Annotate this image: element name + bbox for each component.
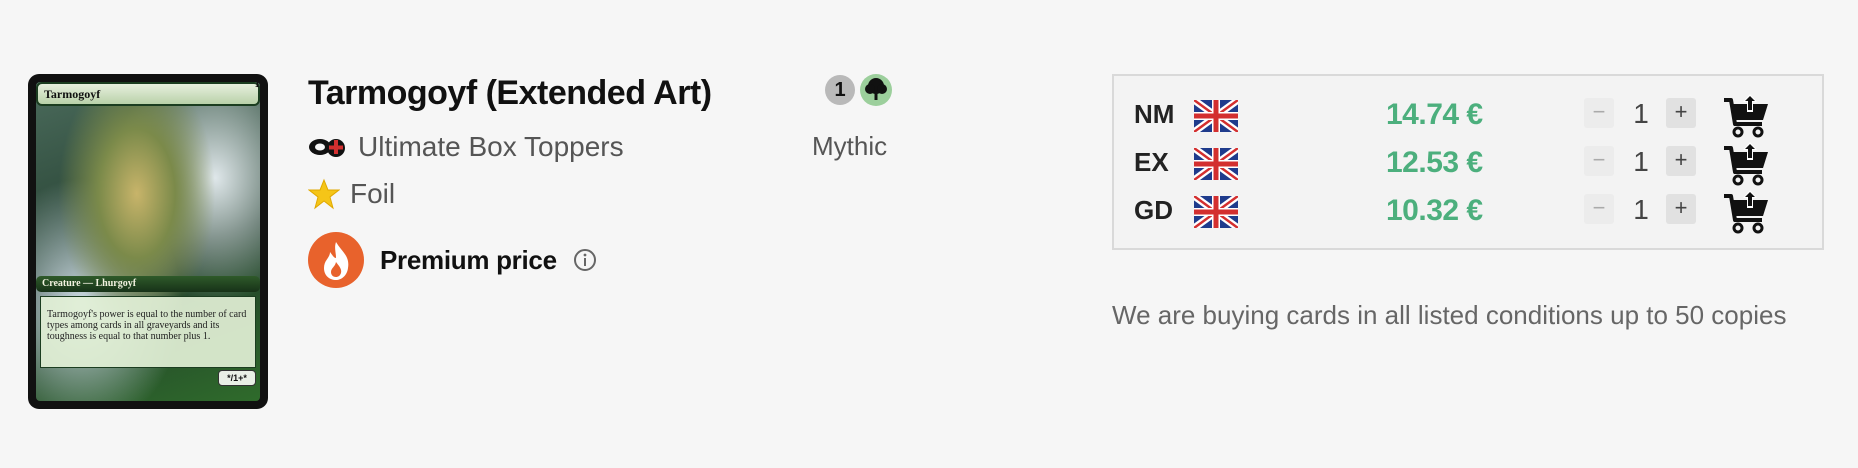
quantity-value[interactable]: 1	[1626, 98, 1656, 130]
quantity-value[interactable]: 1	[1626, 194, 1656, 226]
add-to-cart-icon[interactable]	[1722, 94, 1770, 138]
offers-table: NM 14.74 € − 1 + EX 12.53 € − 1 + GD 10.…	[1112, 74, 1824, 250]
card-image-rules-text: Tarmogoyf's power is equal to the number…	[40, 296, 256, 368]
condition-label: NM	[1134, 99, 1175, 129]
set-symbol-icon	[309, 139, 345, 157]
card-image-title-text: Tarmogoyf	[44, 87, 101, 101]
uk-flag-icon	[1194, 148, 1238, 180]
set-name: Ultimate Box Toppers	[358, 131, 624, 162]
foil-indicator: Foil	[308, 178, 395, 210]
increase-quantity-button[interactable]: +	[1666, 98, 1696, 128]
decrease-quantity-button[interactable]: −	[1584, 194, 1614, 224]
info-icon[interactable]	[573, 248, 597, 272]
buying-note: We are buying cards in all listed condit…	[1112, 300, 1787, 330]
green-mana-icon	[860, 74, 892, 106]
add-to-cart-icon[interactable]	[1722, 190, 1770, 234]
foil-label: Foil	[350, 178, 396, 209]
increase-quantity-button[interactable]: +	[1666, 146, 1696, 176]
mana-cost: 1	[825, 74, 893, 107]
card-image-title: Tarmogoyf	[36, 82, 260, 106]
card-image[interactable]: Tarmogoyf 1 Creature — Lhurgoyf Tarmogoy…	[28, 74, 268, 409]
star-icon	[308, 178, 340, 210]
set-info[interactable]: Ultimate Box Toppers	[308, 130, 624, 164]
decrease-quantity-button[interactable]: −	[1584, 146, 1614, 176]
premium-price-badge: Premium price	[308, 232, 597, 288]
mana-generic-icon: 1	[825, 75, 855, 105]
condition-label: GD	[1134, 195, 1173, 225]
fire-icon	[308, 232, 364, 288]
offer-row: EX 12.53 € − 1 +	[1114, 140, 1822, 188]
offer-row: GD 10.32 € − 1 +	[1114, 188, 1822, 236]
offer-row: NM 14.74 € − 1 +	[1114, 92, 1822, 140]
uk-flag-icon	[1194, 196, 1238, 228]
price-value: 14.74 €	[1386, 98, 1483, 131]
card-image-cost: 1	[254, 78, 261, 90]
premium-price-label: Premium price	[380, 244, 557, 275]
card-image-type-line: Creature — Lhurgoyf	[36, 276, 260, 292]
condition-label: EX	[1134, 147, 1169, 177]
price-value: 12.53 €	[1386, 146, 1483, 179]
increase-quantity-button[interactable]: +	[1666, 194, 1696, 224]
uk-flag-icon	[1194, 100, 1238, 132]
card-image-power-toughness: */1+*	[218, 370, 256, 386]
decrease-quantity-button[interactable]: −	[1584, 98, 1614, 128]
product-title[interactable]: Tarmogoyf (Extended Art)	[308, 74, 712, 113]
add-to-cart-icon[interactable]	[1722, 142, 1770, 186]
price-value: 10.32 €	[1386, 194, 1483, 227]
rarity-label: Mythic	[812, 131, 888, 161]
quantity-value[interactable]: 1	[1626, 146, 1656, 178]
